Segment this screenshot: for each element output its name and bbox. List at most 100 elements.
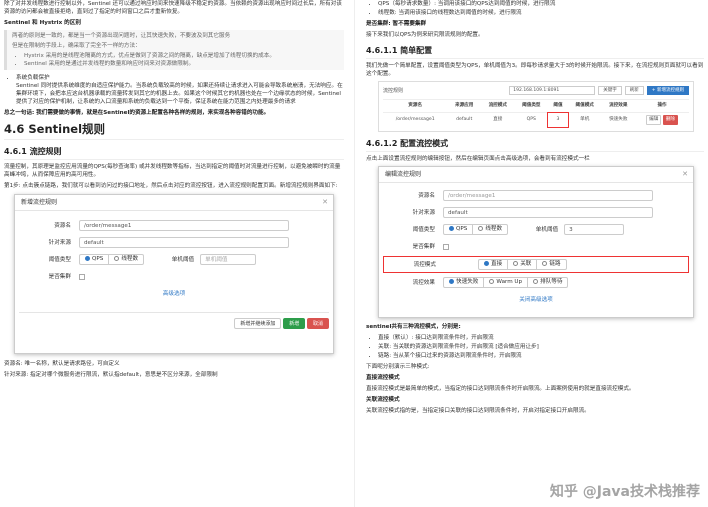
column-header: 流控模式	[480, 99, 515, 113]
compare-quote: 两者的原则是一致的，都是当一个资源出现问题时，让其快速失败，不要波及到其它服务 …	[4, 30, 344, 70]
cell-resource: /order/message1	[383, 112, 448, 127]
column-header: 阈值	[548, 99, 568, 113]
radio-queue[interactable]: 排队等待	[527, 278, 567, 287]
flow-mode-row: 流控模式 直接 关联 链路	[383, 256, 689, 273]
footnote-resource: 资源名: 唯一名称，默认是请求路径，可自定义	[4, 361, 120, 367]
single-threshold-label: 单机阈值	[171, 256, 195, 263]
resource-label: 资源名	[418, 192, 435, 199]
add-button[interactable]: 新增	[283, 318, 306, 329]
close-advanced-link[interactable]: 关闭高级选项	[519, 296, 553, 304]
section-heading-flow: 4.6.1 流控规则	[4, 146, 344, 160]
cluster-label: 是否集群	[412, 243, 435, 250]
radio-selected-icon	[449, 226, 454, 231]
single-threshold-input[interactable]: 单机阈值	[200, 254, 257, 265]
delete-button[interactable]: 删除	[662, 115, 678, 125]
flow-rules-table-screenshot: 流控规则 192.168.109.1:8091 关键字 刷新 + 新增流控规则 …	[378, 81, 694, 132]
cluster-label: 是否集群	[48, 273, 71, 280]
cell-effect: 快速失败	[601, 112, 636, 127]
dialog-title: 编辑流控规则	[379, 167, 693, 183]
resource-input[interactable]: /order/message1	[79, 220, 289, 231]
flow-effect-radio-group[interactable]: 快速失败 Warm Up 排队等待	[443, 277, 569, 288]
threshold-type-radio-group[interactable]: QPS 线程数	[79, 254, 145, 265]
threshold-type-radio-group[interactable]: QPS 线程数	[443, 224, 509, 235]
radio-empty-icon	[114, 256, 120, 261]
single-threshold-input[interactable]: 3	[564, 224, 625, 235]
resource-input[interactable]: /order/message1	[443, 190, 653, 201]
compare-heading: Sentinel 和 Hystrix 的区别	[4, 20, 81, 26]
radio-warm-up[interactable]: Warm Up	[483, 278, 527, 287]
radio-fast-fail[interactable]: 快速失败	[444, 278, 483, 287]
single-threshold-label: 单机阈值	[535, 226, 559, 233]
flow-mode-radio-group[interactable]: 直接 关联 链路	[478, 259, 567, 270]
flow-effect-label: 流控效果	[412, 279, 435, 286]
column-header: 阈值模式	[567, 99, 602, 113]
add-rule-button[interactable]: + 新增流控规则	[646, 86, 689, 95]
radio-empty-icon	[489, 279, 495, 284]
cell-threshold-mode: 单机	[567, 112, 602, 127]
cluster-checkbox[interactable]	[79, 273, 85, 280]
quote-line: 但是在限制的手段上，确采取了完全不一样的方法：	[12, 43, 141, 49]
radio-threads[interactable]: 线程数	[472, 225, 507, 234]
add-continue-button[interactable]: 新增并继续添加	[234, 318, 282, 329]
assoc-mode-heading: 关联流控模式	[366, 397, 400, 403]
left-page: 除了对并发线程数进行控制以外，Sentinel 还可以通过响应时间来快速降级不稳…	[4, 0, 344, 507]
table-header-row: 资源名 来源应用 流控模式 阈值类型 阈值 阈值模式 流控效果 操作	[383, 99, 689, 113]
type-bullet-qps: QPS（每秒请求数量）: 当调用该接口的QPS达到阈值的时候，进行限流	[378, 0, 704, 8]
add-flow-rule-dialog: 新增流控规则 ✕ 资源名 /order/message1 针对来源 defaul…	[14, 194, 334, 354]
cell-actions: 编辑 删除	[635, 112, 689, 127]
radio-selected-icon	[484, 261, 489, 266]
column-header: 操作	[635, 99, 689, 113]
radio-direct[interactable]: 直接	[479, 260, 507, 269]
radio-empty-icon	[513, 261, 519, 266]
cancel-button[interactable]: 取消	[306, 318, 329, 329]
heading-flow-mode: 4.6.1.2 配置流控模式	[366, 138, 704, 152]
close-icon[interactable]: ✕	[682, 170, 688, 178]
quote-bullet: Sentinel 采用的是通过并发线程的数量和响应时间来对资源做限制。	[24, 60, 339, 68]
flow-paragraph: 流量控制，其原理是监控应用流量的QPS(每秒查询率) 或并发线程数等指标，当达到…	[4, 164, 341, 178]
footnote-origin: 针对来源: 指定对哪个微服务进行限流，默认指default，意思是不区分来源，全…	[4, 372, 218, 378]
next-text: 下面呢分别演示三种模式:	[366, 364, 430, 370]
quote-bullet: Hystrix 采用的是线程池隔离的方式，优点是做到了资源之间的隔离，缺点是增加…	[24, 52, 339, 60]
sys-load-text: Sentinel 同时提供系统维度的自适应保护能力。当系统负载较高的时候，如果还…	[16, 83, 343, 105]
right-page: QPS（每秒请求数量）: 当调用该接口的QPS达到阈值的时候，进行限流 线程数:…	[366, 0, 704, 507]
origin-input[interactable]: default	[79, 237, 289, 248]
radio-qps[interactable]: QPS	[80, 255, 108, 264]
radio-threads[interactable]: 线程数	[108, 255, 143, 264]
origin-label: 针对来源	[48, 239, 71, 246]
cell-mode: 直接	[480, 112, 515, 127]
keyword-button[interactable]: 关键字	[598, 86, 622, 95]
direct-mode-heading: 直接流控模式	[366, 375, 400, 381]
advanced-options-link[interactable]: 高级选项	[163, 290, 185, 298]
step1-paragraph: 第1步: 点击簇点链路，我们就可以看到访问过的接口地址，然后点击对应的流控按钮，…	[4, 183, 338, 189]
radio-selected-icon	[449, 279, 454, 284]
threshold-type-label: 阈值类型	[412, 226, 435, 233]
column-header: 阈值类型	[514, 99, 549, 113]
column-header: 流控效果	[601, 99, 636, 113]
intro2: 接下来我们以QPS为例来研究限流规则的配置。	[366, 32, 484, 38]
column-divider	[354, 0, 355, 507]
origin-input[interactable]: default	[443, 207, 653, 218]
close-icon[interactable]: ✕	[322, 198, 328, 206]
table-title: 流控规则	[383, 87, 404, 94]
machine-select[interactable]: 192.168.109.1:8091	[509, 86, 596, 95]
cell-type: QPS	[514, 112, 549, 127]
radio-empty-icon	[478, 226, 484, 231]
direct-mode-text: 直接流控模式是最简单的模式，当指定的接口达到限流条件时开启限流。上面案例使用的就…	[366, 386, 635, 392]
resource-label: 资源名	[54, 222, 71, 229]
radio-associate[interactable]: 关联	[507, 260, 536, 269]
radio-chain[interactable]: 链路	[536, 260, 565, 269]
refresh-button[interactable]: 刷新	[624, 86, 644, 95]
sys-load-item: 系统负载保护 Sentinel 同时提供系统维度的自适应保护能力。当系统负载较高…	[16, 74, 344, 106]
section-heading-rules: 4.6 Sentinel规则	[4, 122, 344, 140]
cell-origin: default	[447, 112, 481, 127]
radio-empty-icon	[542, 261, 548, 266]
cluster-note: 是否集群: 暂不需要集群	[366, 21, 427, 27]
cluster-checkbox[interactable]	[443, 243, 449, 250]
radio-qps[interactable]: QPS	[444, 225, 472, 234]
edit-button[interactable]: 编辑	[646, 115, 662, 125]
mode-bullet-associate: 关联: 当关联的资源达到限流条件时，开启限流 [适合做应用让步]	[378, 343, 704, 351]
sys-load-title: 系统负载保护	[16, 75, 50, 81]
heading-simple-config: 4.6.1.1 简单配置	[366, 45, 704, 59]
mode-bullet-direct: 直接（默认）: 接口达到限流条件时，开启限流	[378, 334, 704, 342]
summary-text: 总之一句话: 我们需要做的事情，就是在Sentinel的资源上配置各种各样的规则…	[4, 110, 270, 116]
